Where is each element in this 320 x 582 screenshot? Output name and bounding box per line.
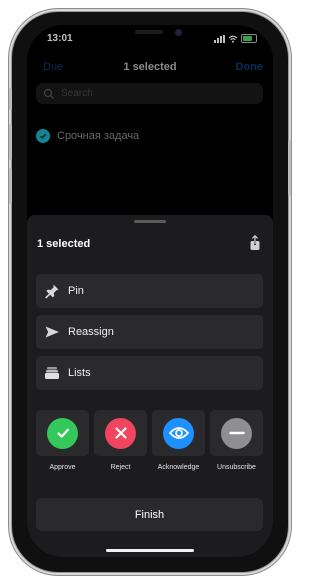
minus-icon [228,431,245,435]
share-icon[interactable] [249,235,261,251]
power-button [288,140,291,196]
reassign-label: Reassign [68,326,114,338]
approve-label: Approve [49,464,76,471]
approve-circle [47,417,78,449]
unsubscribe-action[interactable]: Unsubscribe [210,410,263,471]
volume-down-button [9,168,12,204]
pin-row[interactable]: Pin [36,274,263,308]
volume-up-button [9,124,12,160]
close-icon [114,427,127,439]
eye-icon [168,427,189,439]
approve-action[interactable]: Approve [36,410,89,471]
notch [93,25,207,46]
pin-label: Pin [68,285,84,297]
action-buttons: Approve Reject Acknowledge Unsubscribe [36,410,263,471]
finish-button[interactable]: Finish [36,498,263,531]
acknowledge-label: Acknowledge [157,464,200,471]
sheet-title: 1 selected [37,238,91,250]
reject-action[interactable]: Reject [94,410,147,471]
checkmark-icon [56,428,69,438]
mute-switch [9,88,12,110]
reject-label: Reject [110,464,131,471]
reject-circle [105,417,136,449]
speaker [135,30,163,34]
approve-button[interactable] [36,410,89,456]
acknowledge-action[interactable]: Acknowledge [152,410,205,471]
send-icon [43,323,61,341]
pin-icon [43,282,61,300]
home-indicator[interactable] [106,549,194,552]
unsubscribe-circle [221,417,252,449]
acknowledge-button[interactable] [152,410,205,456]
sheet-grabber[interactable] [134,220,166,223]
unsubscribe-label: Unsubscribe [217,464,256,471]
reassign-row[interactable]: Reassign [36,315,263,349]
front-camera [175,29,182,36]
screen: 13:01 Due 1 selected Done Search Срочная… [27,25,273,557]
unsubscribe-button[interactable] [210,410,263,456]
lists-label: Lists [68,367,91,379]
lists-row[interactable]: Lists [36,356,263,390]
reject-button[interactable] [94,410,147,456]
stack-icon [43,364,61,382]
acknowledge-circle [163,417,194,449]
